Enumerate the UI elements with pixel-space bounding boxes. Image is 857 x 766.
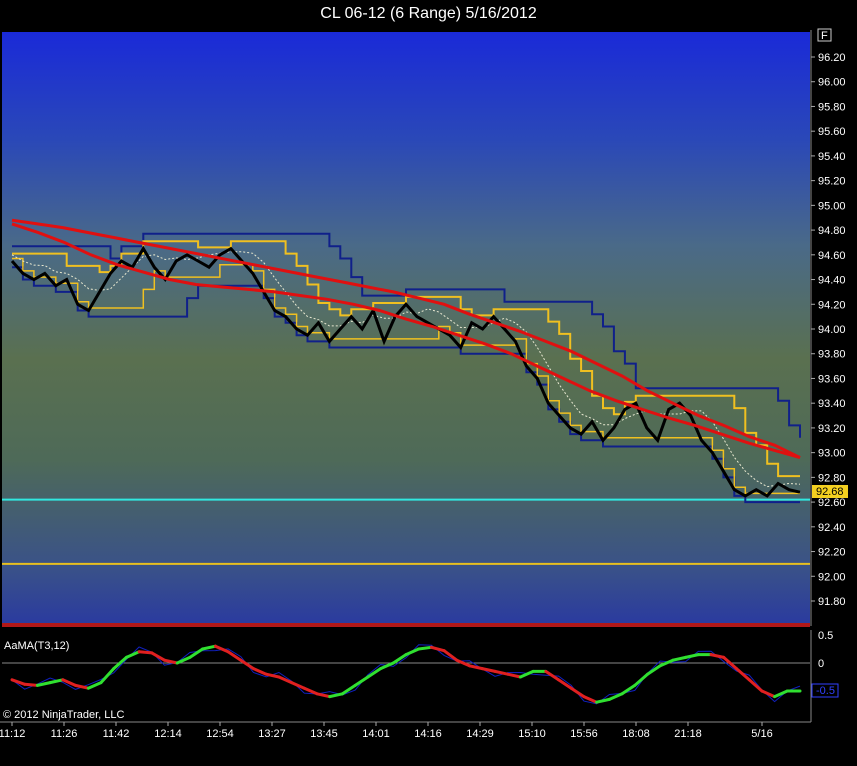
oscillator-segment: [10, 678, 27, 686]
price-tick-label: 95.40: [818, 151, 846, 163]
price-tick-label: 94.00: [818, 324, 846, 336]
price-tick-label: 95.80: [818, 101, 846, 113]
oscillator-label: AaMA(T3,12): [4, 640, 69, 652]
osc-tick-label: 0.5: [818, 630, 833, 642]
oscillator-segment: [468, 664, 484, 671]
panel-divider: [2, 623, 810, 627]
price-tick-label: 92.80: [818, 472, 846, 484]
oscillator-segment: [175, 655, 192, 665]
price-tick-label: 93.20: [818, 423, 846, 435]
panel-button-label: F: [821, 30, 828, 42]
time-tick-label: 12:14: [154, 728, 182, 740]
oscillator-segment: [328, 692, 344, 699]
osc-tick-label: 0: [818, 658, 824, 670]
time-tick-label: 18:08: [622, 728, 650, 740]
oscillator-segment: [417, 645, 433, 651]
oscillator-segment: [61, 678, 77, 687]
oscillator-segment: [188, 647, 205, 659]
oscillator-segment: [684, 653, 700, 659]
oscillator-segment: [23, 682, 39, 687]
oscillator-segment: [99, 667, 116, 685]
price-tick-label: 93.60: [818, 373, 846, 385]
time-tick-label: 21:18: [674, 728, 702, 740]
price-tick-label: 93.80: [818, 349, 846, 361]
time-tick-label: 14:01: [362, 728, 390, 740]
time-tick-label: 12:54: [206, 728, 234, 740]
price-tick-label: 94.40: [818, 275, 846, 287]
time-tick-label: 15:10: [518, 728, 546, 740]
time-tick-label: 13:27: [258, 728, 286, 740]
price-tick-label: 92.60: [818, 497, 846, 509]
oscillator-segment: [506, 672, 522, 679]
price-axis-ticks: 96.20 96.00 95.80 95.60 95.40 95.20 95.00 94.80…: [811, 52, 846, 608]
oscillator-segment: [137, 650, 154, 655]
last-price-label: 92.68: [816, 486, 844, 498]
time-axis-ticks: 11:12 11:26 11:42 12:14 12:54 13:27 13:45 14:01…: [0, 722, 773, 740]
time-tick-label: 11:42: [103, 728, 130, 740]
oscillator-segment: [747, 678, 764, 693]
price-tick-label: 95.00: [818, 200, 846, 212]
price-tick-label: 94.60: [818, 250, 846, 262]
price-tick-label: 92.20: [818, 547, 846, 559]
oscillator-segment: [353, 675, 370, 687]
oscillator-segment: [315, 692, 332, 699]
oscillator-segment: [201, 644, 217, 651]
oscillator-segment: [671, 655, 688, 662]
oscillator-segment: [709, 653, 726, 659]
price-tick-label: 92.00: [818, 571, 846, 583]
time-tick-label: 14:29: [466, 728, 494, 740]
oscillator-segment: [429, 645, 446, 653]
time-tick-label: 14:16: [414, 728, 442, 740]
time-tick-label: 5/16: [751, 728, 772, 740]
oscillator-segment: [404, 647, 421, 657]
time-tick-label: 13:45: [310, 728, 338, 740]
oscillator-segment: [595, 697, 611, 704]
price-tick-label: 93.00: [818, 448, 846, 460]
oscillator-segment: [620, 683, 637, 696]
price-tick-label: 95.20: [818, 176, 846, 188]
osc-axis-ticks: 0.50: [818, 630, 833, 670]
oscillator-segment: [569, 686, 586, 699]
oscillator-segment: [480, 667, 497, 673]
price-tick-label: 96.20: [818, 52, 846, 64]
price-panel-background: [2, 32, 810, 626]
osc-last-label: -0.5: [816, 685, 835, 697]
price-tick-label: 94.20: [818, 299, 846, 311]
price-tick-label: 92.40: [818, 522, 846, 534]
chart-canvas[interactable]: F 96.20 96.00 95.80 95.60 95.40 95.20 95.00 94.…: [0, 0, 857, 766]
price-tick-label: 96.00: [818, 77, 846, 89]
oscillator-segment: [239, 658, 255, 671]
oscillator-series: [10, 644, 802, 705]
time-tick-label: 11:26: [51, 728, 78, 740]
price-tick-label: 93.40: [818, 398, 846, 410]
time-tick-label: 11:12: [0, 728, 25, 740]
time-tick-label: 15:56: [570, 728, 598, 740]
price-tick-label: 91.80: [818, 596, 846, 608]
oscillator-segment: [493, 669, 510, 676]
price-tick-label: 95.60: [818, 126, 846, 138]
oscillator-segment: [633, 672, 649, 687]
copyright: © 2012 NinjaTrader, LLC: [3, 709, 124, 721]
price-tick-label: 94.80: [818, 225, 846, 237]
